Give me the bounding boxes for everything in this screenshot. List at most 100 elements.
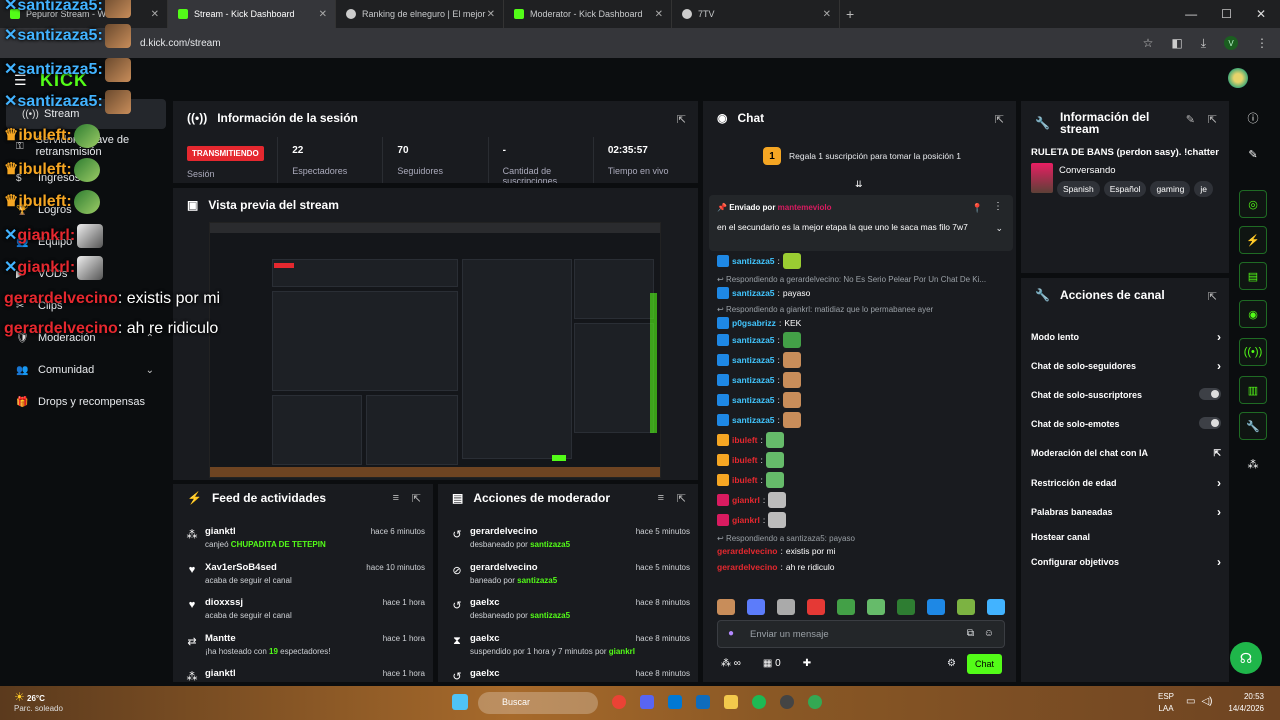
chat-message[interactable]: ibuleft: — [717, 472, 784, 488]
spotify-icon[interactable] — [752, 695, 766, 709]
channel-action-item[interactable]: Palabras baneadas › — [1031, 505, 1221, 519]
popout-icon[interactable]: ⇱ — [1208, 113, 1217, 126]
info-icon[interactable]: ⓘ — [1239, 104, 1267, 132]
username[interactable]: gianktl — [205, 668, 236, 679]
sidebar-item-9[interactable]: 🎁 Drops y recompensas — [0, 387, 166, 417]
browser-tab[interactable]: Stream - Kick Dashboard ✕ — [168, 0, 336, 28]
chat-username[interactable]: giankrl — [732, 495, 760, 505]
moderator-icon[interactable]: ▥ — [1239, 376, 1267, 404]
chrome-profile-icon[interactable] — [808, 695, 822, 709]
browser-tab[interactable]: Ranking de elneguro | El mejor ✕ — [336, 0, 504, 28]
chat-username[interactable]: p0gsabrizz — [732, 318, 776, 328]
camera-icon[interactable]: ◎ — [1239, 190, 1267, 218]
chat-message[interactable]: p0gsabrizz: KEK — [717, 316, 801, 329]
close-tab-icon[interactable]: ✕ — [823, 9, 831, 20]
popout-icon[interactable]: ⇱ — [412, 492, 421, 505]
chat-input[interactable]: ● Enviar un mensaje ⧉ ☺ — [717, 620, 1005, 648]
7tv-icon[interactable]: ⧉ — [967, 628, 974, 639]
chat-message[interactable]: ibuleft: — [717, 432, 784, 448]
username[interactable]: Xav1erSoB4sed — [205, 562, 277, 573]
support-fab[interactable]: ☊ — [1230, 642, 1262, 674]
chat-message[interactable]: santizaza5: — [717, 392, 801, 408]
store-icon[interactable] — [696, 695, 710, 709]
send-chat-button[interactable]: Chat — [966, 654, 1002, 674]
edit-icon[interactable]: ✎ — [1186, 113, 1195, 126]
points-indicator[interactable]: ⁂ ∞ — [721, 658, 741, 669]
chat-message[interactable]: santizaza5: — [717, 332, 801, 348]
share-icon[interactable]: ⁂ — [1239, 450, 1267, 478]
chat-username[interactable]: santizaza5 — [732, 355, 775, 365]
chat-username[interactable]: ibuleft — [732, 435, 758, 445]
username[interactable]: gerardelvecino — [470, 526, 538, 537]
add-icon[interactable]: ✚ — [803, 658, 811, 669]
close-tab-icon[interactable]: ✕ — [487, 9, 495, 20]
category-name[interactable]: Conversando — [1059, 165, 1116, 176]
pinned-message[interactable]: 📌 Enviado por mantemeviolo en el secunda… — [709, 195, 1013, 251]
weather-widget[interactable]: ☀ 26°C Parc. soleado — [14, 690, 63, 713]
mic-icon[interactable]: ● — [728, 628, 734, 639]
popout-icon[interactable]: ⇱ — [1208, 290, 1217, 303]
chat-message[interactable]: santizaza5: — [717, 412, 801, 428]
username[interactable]: Mantte — [205, 633, 236, 644]
pencil-icon[interactable]: ✎ — [1239, 140, 1267, 168]
folder-icon[interactable] — [724, 695, 738, 709]
popout-icon[interactable]: ⇱ — [677, 113, 686, 126]
bookmark-star-icon[interactable]: ☆ — [1143, 36, 1154, 51]
chat-username[interactable]: santizaza5 — [732, 415, 775, 425]
username[interactable]: gaelxc — [470, 633, 500, 644]
obs-icon[interactable] — [780, 695, 794, 709]
tag-chip[interactable]: je — [1194, 181, 1213, 197]
chat-message[interactable]: gerardelvecino: existis por mi — [717, 546, 835, 556]
browser-tab[interactable]: Moderator - Kick Dashboard ✕ — [504, 0, 672, 28]
chat-message[interactable]: giankrl: — [717, 512, 787, 528]
chat-username[interactable]: ibuleft — [732, 475, 758, 485]
close-tab-icon[interactable]: ✕ — [655, 9, 663, 20]
chat-message[interactable]: santizaza5: payaso — [717, 287, 810, 299]
list-icon[interactable]: ▤ — [1239, 262, 1267, 290]
profile-avatar[interactable]: V — [1224, 36, 1238, 50]
channel-action-item[interactable]: Chat de solo-suscriptores — [1031, 388, 1221, 400]
username[interactable]: gianktl — [205, 526, 236, 537]
channel-action-item[interactable]: Chat de solo-seguidores › — [1031, 359, 1221, 373]
chat-message[interactable]: giankrl: — [717, 492, 787, 508]
chat-message[interactable]: santizaza5: — [717, 352, 801, 368]
start-icon[interactable] — [452, 694, 468, 710]
address-bar[interactable]: d.kick.com/stream ☆ ◧ ⤓ V ⋮ — [0, 28, 1280, 58]
tag-chip[interactable]: gaming — [1150, 181, 1191, 197]
network-icon[interactable]: ▭ — [1186, 696, 1195, 707]
volume-icon[interactable]: ◁) — [1201, 696, 1212, 707]
chat-message[interactable]: santizaza5: — [717, 253, 801, 269]
channel-action-item[interactable]: Moderación del chat con IA ⇱ — [1031, 448, 1221, 458]
emoji-icon[interactable]: ☺ — [984, 628, 994, 639]
more-icon[interactable]: ⋮ — [993, 201, 1003, 212]
filter-icon[interactable]: ≡ — [393, 492, 399, 504]
chrome-icon[interactable] — [612, 695, 626, 709]
stream-preview-video[interactable] — [209, 222, 661, 478]
popout-icon[interactable]: ⇱ — [995, 113, 1004, 126]
chat-username[interactable]: santizaza5 — [732, 375, 775, 385]
chat-username[interactable]: gerardelvecino — [717, 546, 777, 556]
url-text[interactable]: d.kick.com/stream — [140, 38, 221, 49]
language-indicator[interactable]: ESP LAA — [1158, 691, 1174, 715]
discord-icon[interactable] — [640, 695, 654, 709]
tag-chip[interactable]: Spanish — [1057, 181, 1100, 197]
clock[interactable]: 20:53 14/4/2026 — [1228, 691, 1264, 715]
username[interactable]: gerardelvecino — [470, 562, 538, 573]
wrench-icon[interactable]: 🔧 — [1239, 412, 1267, 440]
lightning-icon[interactable]: ⚡ — [1239, 226, 1267, 254]
emote-bar[interactable] — [717, 599, 1005, 615]
chat-message[interactable]: gerardelvecino: ah re ridiculo — [717, 562, 835, 572]
username[interactable]: gaelxc — [470, 668, 500, 679]
edge-icon[interactable] — [668, 695, 682, 709]
gifts-indicator[interactable]: ▦ 0 — [763, 658, 781, 669]
popout-icon[interactable]: ⇱ — [677, 492, 686, 505]
minimize-icon[interactable]: — — [1185, 7, 1197, 21]
user-avatar[interactable] — [1228, 68, 1248, 88]
settings-gear-icon[interactable]: ⚙ — [947, 658, 956, 669]
channel-action-item[interactable]: Modo lento › — [1031, 330, 1221, 344]
toggle-switch[interactable] — [1199, 388, 1221, 400]
chat-message[interactable]: santizaza5: — [717, 372, 801, 388]
chat-username[interactable]: gerardelvecino — [717, 562, 777, 572]
chat-icon[interactable]: ◉ — [1239, 300, 1267, 328]
chat-username[interactable]: santizaza5 — [732, 335, 775, 345]
